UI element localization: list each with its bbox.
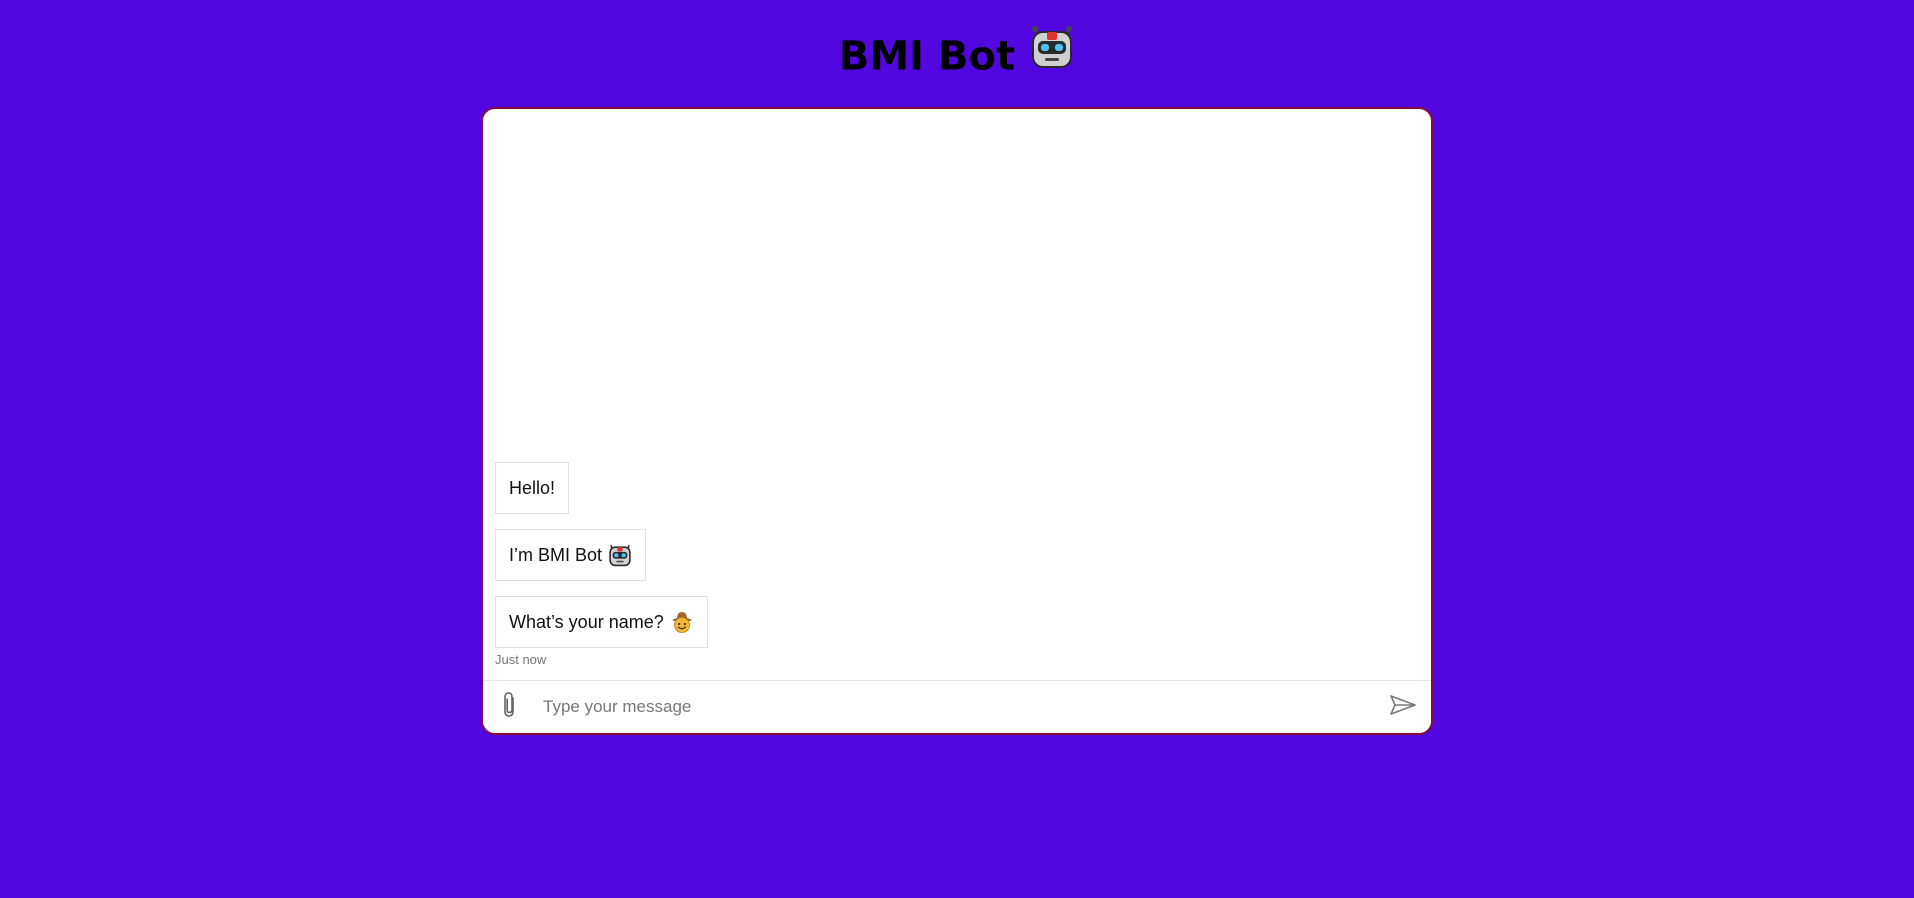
page-title: BMI Bot (0, 26, 1914, 89)
message-composer (483, 680, 1431, 733)
message-text: What’s your name? (509, 611, 664, 632)
chat-transcript: Hello! I’m BMI Bot What’s your name? Jus… (483, 109, 1431, 685)
message-text: I’m BMI Bot (509, 544, 603, 565)
attach-button[interactable] (493, 689, 527, 725)
cowboy-face-icon (670, 610, 694, 634)
message-bubble: Hello! (495, 462, 570, 514)
message-bubble: I’m BMI Bot (495, 529, 647, 581)
paperclip-icon (501, 691, 519, 724)
robot-face-icon (1029, 24, 1075, 85)
message-bubble: What’s your name? (495, 596, 708, 648)
send-button[interactable] (1383, 689, 1423, 725)
robot-face-icon (608, 543, 632, 567)
message-timestamp: Just now (495, 652, 547, 667)
message-input[interactable] (543, 689, 1343, 725)
message-text: Hello! (509, 477, 556, 498)
page-title-text: BMI Bot (838, 33, 1016, 80)
send-icon (1389, 694, 1417, 721)
chat-window: Hello! I’m BMI Bot What’s your name? Jus… (481, 107, 1433, 735)
